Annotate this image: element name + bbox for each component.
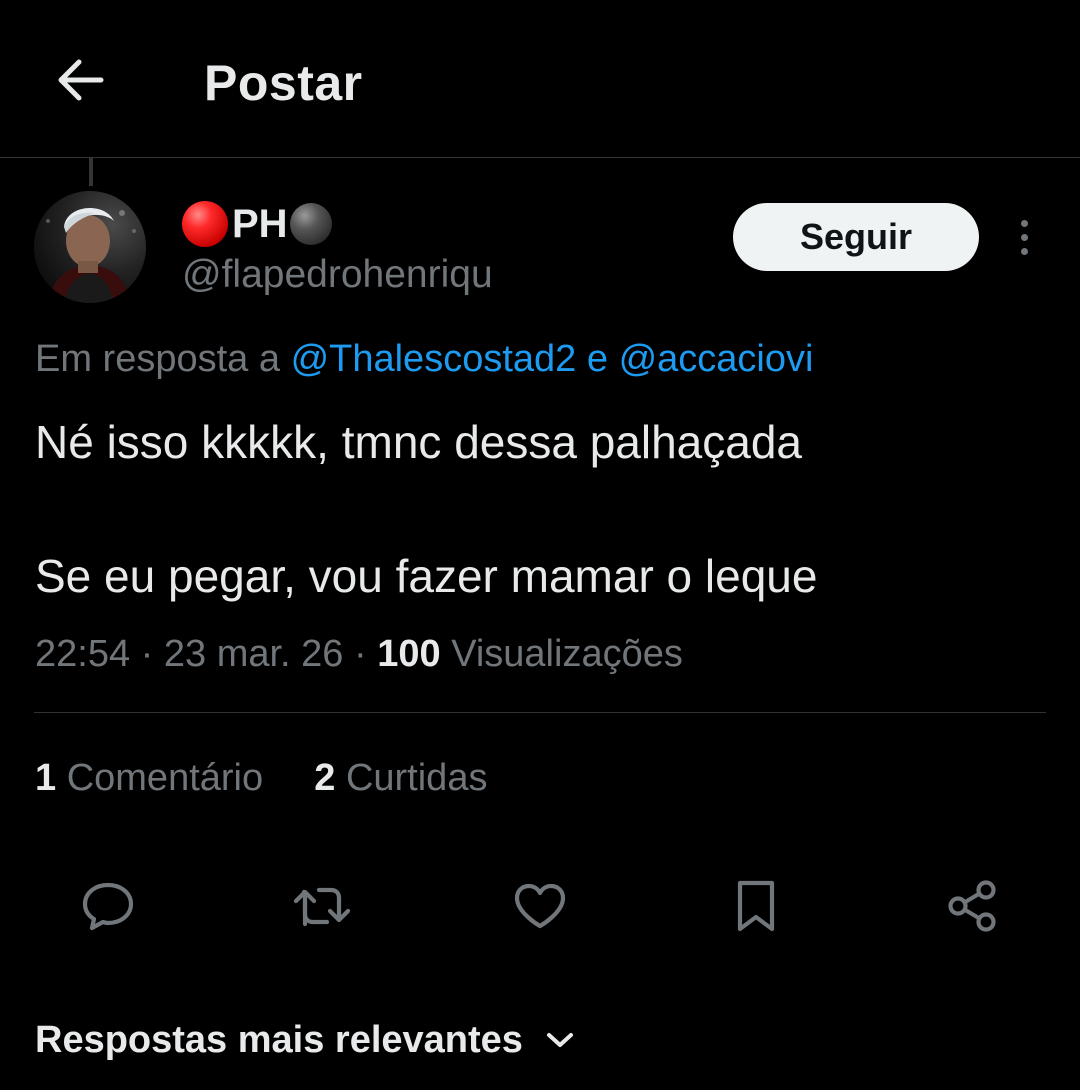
views-count: 100 bbox=[377, 633, 441, 675]
like-button[interactable] bbox=[508, 874, 572, 938]
avatar-image bbox=[34, 191, 146, 303]
more-options-button[interactable] bbox=[1004, 212, 1044, 262]
avatar[interactable] bbox=[34, 191, 146, 303]
meta-separator: · bbox=[140, 633, 154, 675]
comments-count: 1 bbox=[35, 757, 57, 799]
tweet-meta: 22:54 · 23 mar. 26 · 100 Visualizações bbox=[35, 630, 683, 678]
chevron-down-icon bbox=[545, 1030, 575, 1050]
author-name-text: PH bbox=[232, 201, 288, 246]
back-button[interactable] bbox=[50, 52, 110, 108]
tweet-text-line: Né isso kkkkk, tmnc dessa palhaçada bbox=[35, 416, 803, 468]
top-bar: Postar bbox=[0, 0, 1080, 158]
tweet-date[interactable]: 23 mar. 26 bbox=[164, 633, 344, 675]
comments-label: Comentário bbox=[66, 757, 264, 799]
arrow-left-icon bbox=[58, 59, 104, 101]
thread-connector-line bbox=[89, 158, 93, 186]
comments-stat[interactable]: 1 Comentário bbox=[35, 757, 263, 799]
retweet-icon bbox=[293, 887, 351, 927]
replies-sort-label: Respostas mais relevantes bbox=[35, 1018, 523, 1061]
share-button[interactable] bbox=[940, 874, 1004, 938]
views-label: Visualizações bbox=[451, 633, 683, 675]
reply-button[interactable] bbox=[76, 874, 140, 938]
reply-context: Em resposta a @Thalescostad2 e @accaciov… bbox=[35, 336, 813, 382]
mention-link[interactable]: @Thalescostad2 bbox=[291, 338, 577, 380]
engagement-stats: 1 Comentário 2 Curtidas bbox=[35, 754, 487, 802]
retweet-button[interactable] bbox=[292, 874, 356, 938]
red-ball-emoji bbox=[182, 201, 228, 247]
bookmark-icon bbox=[737, 880, 775, 932]
likes-count: 2 bbox=[314, 757, 336, 799]
like-icon bbox=[514, 883, 566, 929]
author-display-name[interactable]: PH bbox=[182, 200, 332, 248]
share-icon bbox=[948, 880, 996, 932]
follow-button[interactable]: Seguir bbox=[733, 203, 979, 271]
replies-sort-dropdown[interactable]: Respostas mais relevantes bbox=[35, 1014, 575, 1066]
reply-prefix: Em resposta a bbox=[35, 338, 280, 380]
bookmark-button[interactable] bbox=[724, 874, 788, 938]
meta-separator: · bbox=[354, 633, 367, 675]
tweet-text-line: Se eu pegar, vou fazer mamar o leque bbox=[35, 550, 818, 602]
mention-link[interactable]: @accaciovi bbox=[619, 338, 814, 380]
author-handle[interactable]: @flapedrohenriqu bbox=[182, 252, 493, 298]
tweet-time[interactable]: 22:54 bbox=[35, 633, 130, 675]
more-dot-icon bbox=[1020, 219, 1028, 227]
black-ball-emoji bbox=[289, 203, 332, 245]
reply-icon bbox=[82, 882, 134, 931]
page-title: Postar bbox=[204, 55, 363, 111]
likes-stat[interactable]: 2 Curtidas bbox=[314, 757, 487, 799]
reply-conjunction: e bbox=[586, 338, 608, 380]
likes-label: Curtidas bbox=[345, 757, 488, 799]
divider bbox=[34, 712, 1046, 713]
more-dot-icon bbox=[1020, 247, 1028, 255]
more-dot-icon bbox=[1020, 233, 1028, 241]
